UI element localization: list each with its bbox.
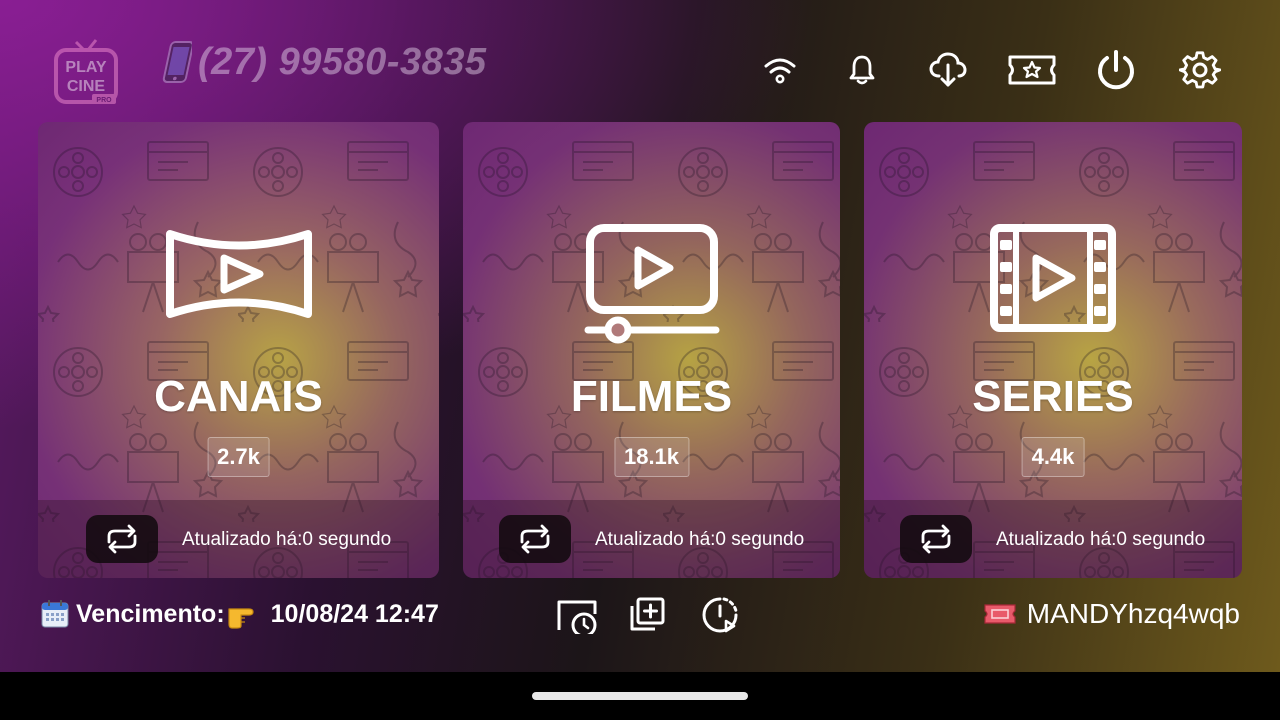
power-button[interactable]: [1090, 44, 1142, 96]
expiry-date: 10/08/24 12:47: [270, 599, 439, 628]
recent-play-icon: [702, 597, 738, 633]
ticket-button[interactable]: [1004, 44, 1060, 96]
ticket-star-icon: [1008, 55, 1056, 85]
phone-number: (27) 99580-3835: [198, 40, 487, 83]
updated-status: Atualizado há:0 segundo: [182, 529, 392, 550]
wifi-icon: [764, 58, 796, 84]
home-gesture-handle[interactable]: [532, 692, 748, 700]
card-footer: Atualizado há:0 segundo: [463, 500, 840, 578]
film-strip-icon: [990, 224, 1116, 332]
card-footer: Atualizado há:0 segundo: [864, 500, 1242, 578]
card-title: CANAIS: [154, 372, 323, 421]
wifi-button[interactable]: [754, 44, 806, 96]
card-title: SERIES: [972, 372, 1134, 421]
cloud-download-button[interactable]: [922, 44, 974, 96]
card-title: FILMES: [570, 372, 733, 421]
refresh-icon: [107, 524, 137, 554]
notifications-button[interactable]: [836, 44, 888, 96]
username: MANDYhzq4wqb: [1026, 598, 1240, 629]
updated-status: Atualizado há:0 segundo: [595, 529, 805, 550]
refresh-icon: [921, 524, 951, 554]
card-canais[interactable]: CANAIS 2.7k Atualizado há:0 segundo: [38, 122, 439, 578]
user-info: MANDYhzq4wqb: [983, 598, 1240, 630]
refresh-button[interactable]: [900, 515, 972, 563]
expiry-info: Vencimento: 10/08/24 12:47: [40, 598, 439, 630]
ticket-emoji-icon: [984, 604, 1016, 624]
refresh-button[interactable]: [499, 515, 571, 563]
logo-text-play: PLAY: [65, 59, 107, 76]
app-screen: PLAY CINE PRO (27) 99580-3835 CANAIS 2.7…: [0, 0, 1280, 672]
logo-text-cine: CINE: [67, 78, 106, 95]
cloud-download-icon: [929, 52, 967, 87]
history-button[interactable]: [554, 594, 602, 634]
card-count: 2.7k: [207, 437, 270, 477]
card-series[interactable]: SERIES 4.4k Atualizado há:0 segundo: [864, 122, 1242, 578]
history-icon: [557, 600, 597, 634]
bell-icon: [849, 55, 875, 85]
card-count: 4.4k: [1021, 437, 1085, 477]
refresh-button[interactable]: [86, 515, 158, 563]
add-playlist-icon: [630, 597, 665, 631]
refresh-icon: [520, 524, 550, 554]
pointing-hand-emoji-icon: [228, 608, 254, 629]
card-footer: Atualizado há:0 segundo: [38, 500, 439, 578]
power-icon: [1098, 50, 1134, 90]
calendar-emoji-icon: [41, 600, 69, 628]
logo-badge: PRO: [96, 97, 112, 104]
mobile-phone-icon: [162, 41, 192, 83]
playcine-logo: PLAY CINE PRO: [54, 39, 118, 104]
recent-play-button[interactable]: [696, 594, 744, 634]
add-playlist-button[interactable]: [624, 594, 672, 634]
live-tv-panorama-icon: [165, 230, 312, 318]
updated-status: Atualizado há:0 segundo: [996, 529, 1206, 550]
gear-icon: [1179, 51, 1221, 89]
phone-contact: (27) 99580-3835: [162, 38, 487, 86]
system-navigation-bar: [0, 672, 1280, 720]
card-count: 18.1k: [613, 437, 690, 477]
expiry-label: Vencimento:: [76, 599, 225, 628]
settings-button[interactable]: [1174, 44, 1226, 96]
card-filmes[interactable]: FILMES 18.1k Atualizado há:0 segundo: [463, 122, 840, 578]
movie-play-monitor-icon: [584, 224, 719, 344]
